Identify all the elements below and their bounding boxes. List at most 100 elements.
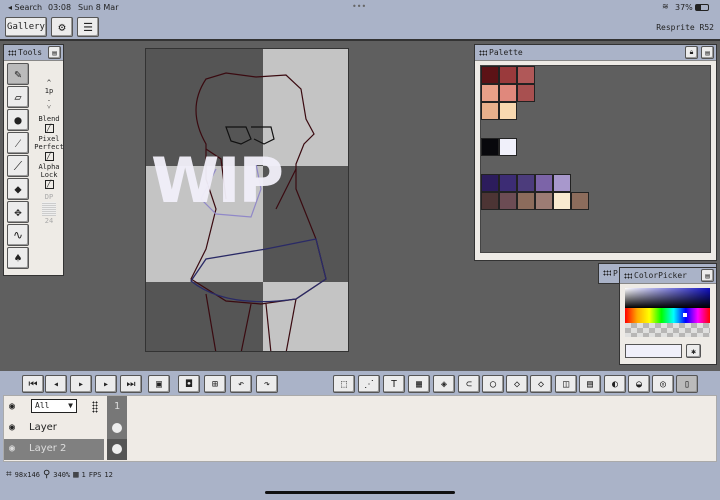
color-swatch[interactable] [481,66,499,84]
multitask-dots[interactable]: ••• [352,2,366,11]
redo-button[interactable]: ↷ [256,375,278,393]
panel-menu-button[interactable]: ▤ [701,269,714,282]
color-swatch[interactable] [499,192,517,210]
brush-size[interactable]: 1p [34,87,64,95]
play-button[interactable]: ▸ [70,375,92,393]
panel-menu-button[interactable]: ▤ [48,46,61,59]
pencil-tool[interactable]: ✎ [7,63,29,85]
eye-icon[interactable]: ◉ [9,422,15,433]
color-swatch[interactable] [481,174,499,192]
blend-checkbox[interactable]: ╱ [44,124,54,133]
add-frame-button[interactable]: ◘ [178,375,200,393]
tools-panel-header[interactable]: Tools ▤ [4,45,63,61]
back-link[interactable]: ◂ Search [8,3,42,12]
pixel-perfect-checkbox[interactable]: ╱ [44,152,54,161]
frame-toggle-button[interactable]: ▯ [676,375,698,393]
drawing-canvas[interactable]: WIP [145,48,349,352]
eye-icon[interactable]: ◉ [9,401,15,412]
layer-row-selected[interactable]: ◉ Layer 2 [4,439,104,460]
alpha-lock-checkbox[interactable]: ╱ [44,180,54,189]
mirror-h-button[interactable]: ◫ [555,375,577,393]
color-swatch[interactable] [481,192,499,210]
hex-input[interactable] [625,344,682,358]
fps-value[interactable]: 12 [104,471,112,479]
rotate-left-button[interactable]: ◇ [506,375,528,393]
canvas-size-icon[interactable]: ⌗ [6,469,12,480]
rotate-button[interactable]: ◯ [482,375,504,393]
flip-button[interactable]: ⊂ [458,375,480,393]
next-frame-button[interactable]: ▸ [95,375,117,393]
color-swatch[interactable] [535,174,553,192]
target-button[interactable]: ◎ [652,375,674,393]
drag-grip-icon[interactable] [8,49,16,56]
drag-grip-icon[interactable] [479,49,487,56]
bucket-tool[interactable]: ◆ [7,178,29,200]
move-tool[interactable]: ✥ [7,201,29,223]
eraser-tool[interactable]: ▱ [7,86,29,108]
color-swatch[interactable] [517,174,535,192]
home-indicator[interactable] [265,491,455,494]
eye-icon[interactable]: ◉ [9,443,15,454]
color-swatch[interactable] [517,192,535,210]
color-swatch[interactable] [499,174,517,192]
size-up-button[interactable]: ^ [34,79,64,87]
color-swatch[interactable] [553,192,571,210]
rotate-right-button[interactable]: ◇ [530,375,552,393]
color-swatch[interactable] [481,102,499,120]
asterisk-icon: ✱ [691,346,696,356]
layer-row[interactable]: ◉ Layer [4,418,104,439]
onion-button[interactable]: ◒ [628,375,650,393]
color-swatch[interactable] [481,84,499,102]
color-swatch[interactable] [517,66,535,84]
frame-header-1[interactable]: 1 [107,396,127,418]
cel[interactable] [107,418,127,439]
color-swatch[interactable] [499,66,517,84]
mirror-v-button[interactable]: ▤ [579,375,601,393]
saturation-value-field[interactable] [625,288,710,308]
dp-slider[interactable]: DP 24 [34,193,64,225]
color-swatch[interactable] [499,102,517,120]
undo-button[interactable]: ↶ [230,375,252,393]
drag-grip-icon[interactable] [624,272,632,279]
save-button[interactable]: ▣ [148,375,170,393]
text-button[interactable]: T [383,375,405,393]
color-swatch[interactable] [499,84,517,102]
zoom-icon[interactable]: ⚲ [43,469,50,480]
last-frame-button[interactable]: ⏭ [120,375,142,393]
magic-wand-tool[interactable]: ⁄ [7,132,29,154]
colorpicker-header[interactable]: ColorPicker ▤ [620,268,716,284]
select-rect-button[interactable]: ⬚ [333,375,355,393]
color-swatch[interactable] [499,138,517,156]
color-swatch[interactable] [517,84,535,102]
select-lasso-button[interactable]: ⋰ [358,375,380,393]
drag-grip-icon[interactable] [92,401,98,413]
grid-button[interactable]: ▦ [408,375,430,393]
gallery-button[interactable]: Gallery [5,17,47,37]
color-swatch[interactable] [535,192,553,210]
color-swatch[interactable] [553,174,571,192]
symmetry-button[interactable]: ◐ [604,375,626,393]
eyedropper-button[interactable]: ✱ [686,344,701,358]
prev-frame-button[interactable]: ◂ [45,375,67,393]
smudge-tool[interactable]: ♠ [7,247,29,269]
layers-button[interactable]: ◈ [433,375,455,393]
palette-swatches[interactable] [480,65,711,253]
adjustments-button[interactable]: ☰ [77,17,99,37]
color-swatch[interactable] [481,138,499,156]
panel-menu-button[interactable]: ▤ [701,46,714,59]
shape-tool[interactable]: ● [7,109,29,131]
first-frame-button[interactable]: ⏮ [22,375,44,393]
hue-slider[interactable] [625,308,710,323]
size-down-button[interactable]: ˅ [34,103,64,111]
alpha-slider[interactable] [625,323,710,337]
cel[interactable] [107,439,127,460]
layer-filter-select[interactable]: All ▼ [31,399,77,413]
curve-tool[interactable]: ∿ [7,224,29,246]
duplicate-frame-button[interactable]: ⊞ [204,375,226,393]
eyedropper-tool[interactable]: ⟋ [7,155,29,177]
lock-button[interactable]: 🔒︎ [685,46,698,59]
color-swatch[interactable] [571,192,589,210]
film-icon[interactable]: ▦ [73,470,78,480]
palette-header[interactable]: Palette 🔒︎ ▤ [475,45,716,61]
settings-gear-button[interactable]: ⚙ [51,17,73,37]
